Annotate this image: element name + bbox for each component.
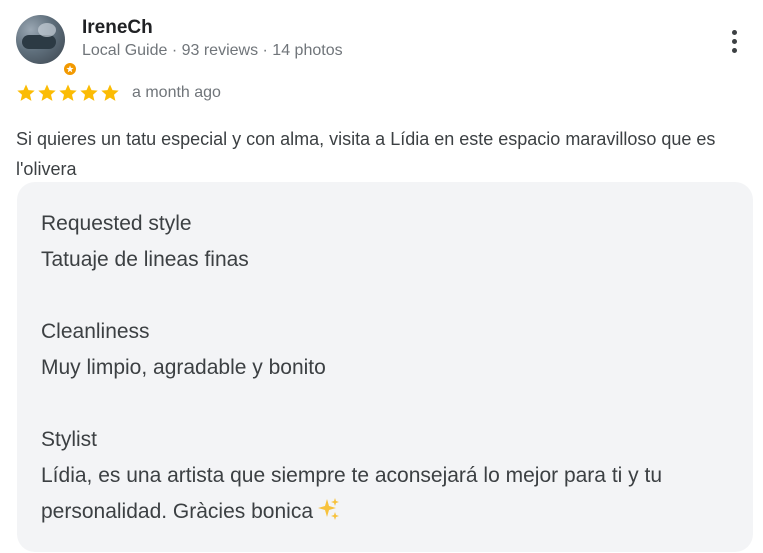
attribute-label: Stylist <box>41 428 98 451</box>
attribute-stylist: Stylist Lídia, es una artista que siempr… <box>41 422 729 533</box>
star-icon <box>101 84 119 101</box>
reviewer-name[interactable]: IreneCh <box>82 17 343 39</box>
more-vert-icon-dot <box>731 38 737 44</box>
sparkles-emoji-icon <box>315 497 341 533</box>
attribute-value: Tatuaje de lineas finas <box>41 248 249 271</box>
reviewer-header <box>16 15 78 77</box>
reviewer-meta: Local Guide · 93 reviews · 14 photos <box>82 42 343 59</box>
avatar-photo-shape <box>22 35 56 49</box>
review-text: Si quieres un tatu especial y con alma, … <box>16 129 716 179</box>
reviewer-info: IreneCh Local Guide · 93 reviews · 14 ph… <box>82 17 343 62</box>
star-icon <box>38 84 56 101</box>
avatar-photo-highlight <box>38 23 56 37</box>
attribute-cleanliness: Cleanliness Muy limpio, agradable y boni… <box>41 314 729 386</box>
star-rating <box>16 83 120 103</box>
star-icon <box>17 84 35 101</box>
star-icon <box>59 84 77 101</box>
avatar[interactable] <box>16 15 65 64</box>
attribute-label: Cleanliness <box>41 320 150 343</box>
more-vert-icon <box>731 29 737 35</box>
star-icon <box>80 84 98 101</box>
review-card: IreneCh Local Guide · 93 reviews · 14 ph… <box>0 0 763 553</box>
more-vert-icon-dot <box>731 47 737 53</box>
review-time: a month ago <box>132 84 221 101</box>
review-attributes-panel: Requested style Tatuaje de lineas finas … <box>17 182 753 552</box>
attribute-value-text: Lídia, es una artista que siempre te aco… <box>41 464 662 523</box>
rating-row: a month ago <box>16 82 221 104</box>
attribute-value: Muy limpio, agradable y bonito <box>41 356 326 379</box>
attribute-value: Lídia, es una artista que siempre te aco… <box>41 458 731 533</box>
more-options-button[interactable] <box>720 26 748 56</box>
attribute-label: Requested style <box>41 212 192 235</box>
attribute-requested-style: Requested style Tatuaje de lineas finas <box>41 206 729 278</box>
local-guide-badge-icon <box>62 61 78 77</box>
